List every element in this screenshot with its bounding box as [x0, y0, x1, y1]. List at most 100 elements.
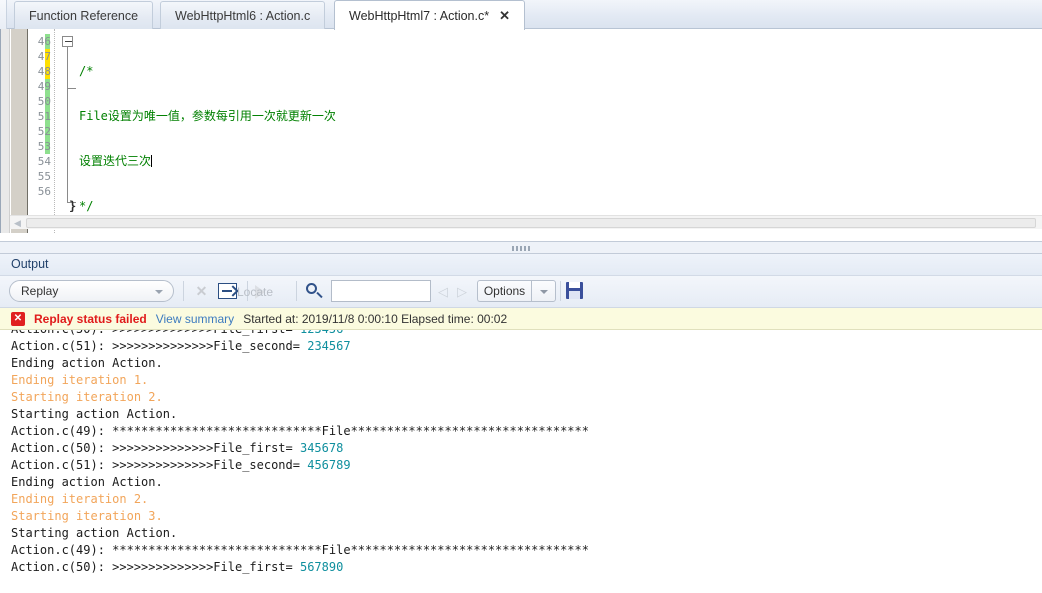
search-icon[interactable]	[305, 282, 324, 301]
line-number: 53	[37, 140, 51, 153]
log-line: Ending iteration 1.	[11, 372, 1042, 389]
line-number: 56	[37, 185, 51, 198]
editor-tab-bar: Function Reference WebHttpHtml6 : Action…	[0, 0, 1042, 30]
comment-text-2: 设置迭代三次	[79, 154, 152, 168]
locate-button-label[interactable]: Locate	[237, 285, 273, 299]
fold-line	[67, 47, 68, 141]
log-segment: Starting action Action.	[11, 526, 178, 540]
line-number-gutter: 46 47 48 49 50 51 52 53 54 55 56	[29, 29, 53, 233]
view-summary-link[interactable]: View summary	[156, 312, 234, 326]
chevron-down-icon[interactable]	[155, 290, 163, 294]
wrap-icon[interactable]	[218, 281, 239, 302]
chevron-down-icon	[540, 290, 548, 294]
clear-icon[interactable]: ✕	[191, 281, 212, 302]
tab-label: Function Reference	[29, 8, 139, 23]
panel-splitter[interactable]	[0, 241, 1042, 254]
toolbar-divider	[560, 281, 561, 301]
log-segment: *****************************File*******…	[112, 424, 589, 438]
prev-match-icon[interactable]: ◁	[438, 285, 449, 298]
log-segment: 456789	[307, 458, 351, 472]
log-segment: Action.c(50): >>>>>>>>>>>>>>File_first=	[11, 560, 300, 574]
line-number: 52	[37, 125, 51, 138]
closing-brace: }	[69, 199, 77, 213]
code-line-46: /*	[79, 64, 1039, 79]
line-number: 54	[37, 155, 51, 168]
log-segment: Action.c(50): >>>>>>>>>>>>>>File_first=	[11, 441, 300, 455]
close-icon[interactable]: ✕	[499, 9, 510, 22]
options-button[interactable]: Options	[477, 280, 531, 302]
log-segment: Ending iteration 1.	[11, 373, 149, 387]
log-line: Starting action Action.	[11, 406, 1042, 423]
splitter-grip[interactable]	[512, 246, 530, 251]
code-line-47: File设置为唯一值，参数每引用一次就更新一次	[79, 109, 1039, 124]
line-number: 50	[37, 95, 51, 108]
log-segment: Action.c(49):	[11, 543, 113, 557]
tab-label: WebHttpHtml7 : Action.c*	[349, 8, 490, 23]
log-segment: Action.c(51): >>>>>>>>>>>>>>File_second=	[11, 339, 308, 353]
log-segment: 123456	[300, 330, 343, 336]
log-segment: Starting action Action.	[11, 407, 178, 421]
text-caret	[151, 155, 153, 167]
log-segment: Action.c(50): >>>>>>>>>>>>>>File_first=	[11, 330, 300, 336]
log-line: Action.c(50): >>>>>>>>>>>>>>File_first= …	[11, 559, 1042, 575]
code-line-48: 设置迭代三次	[79, 154, 1039, 169]
log-line: Ending iteration 2.	[11, 491, 1042, 508]
output-log-lines: Action.c(50): >>>>>>>>>>>>>>File_first= …	[11, 330, 1042, 575]
log-segment: 345678	[299, 441, 344, 455]
fold-collapse-icon[interactable]	[62, 36, 73, 47]
comment-text-1: File设置为唯一值，参数每引用一次就更新一次	[79, 109, 336, 123]
log-segment: Action.c(51): >>>>>>>>>>>>>>File_second=	[11, 458, 308, 472]
output-mode-select[interactable]: Replay	[9, 280, 174, 302]
replay-status-text: Replay status failed	[34, 311, 147, 326]
output-panel: Output Replay ✕ Locate ◁ ▷ Options ✕ Rep…	[0, 254, 1042, 593]
log-line: Action.c(49): **************************…	[11, 542, 1042, 559]
log-segment: *****************************File*******…	[112, 543, 589, 557]
scroll-left-arrow[interactable]: ◀	[12, 218, 23, 228]
tab-label: WebHttpHtml6 : Action.c	[175, 8, 311, 23]
log-line: Starting iteration 3.	[11, 508, 1042, 525]
code-line-49: */	[79, 199, 1039, 214]
log-line: Starting action Action.	[11, 525, 1042, 542]
log-line: Action.c(51): >>>>>>>>>>>>>>File_second=…	[11, 338, 1042, 355]
comment-close: */	[79, 199, 94, 213]
log-segment: 234567	[307, 339, 351, 353]
line-number: 47	[37, 50, 51, 63]
tab-webhttphtml6[interactable]: WebHttpHtml6 : Action.c	[160, 1, 326, 29]
save-icon[interactable]	[566, 282, 583, 299]
output-panel-title: Output	[0, 254, 1042, 276]
fold-line-lower	[67, 141, 68, 203]
error-badge-icon: ✕	[11, 311, 25, 326]
scrollbar-thumb[interactable]	[26, 218, 1036, 228]
line-number: 55	[37, 170, 51, 183]
editor-selection-gutter[interactable]	[11, 29, 28, 233]
code-editor[interactable]: 46 47 48 49 50 51 52 53 54 55 56 /* File…	[0, 29, 1042, 233]
toolbar-divider	[296, 281, 297, 301]
log-segment: Ending action Action.	[11, 475, 163, 489]
output-mode-value: Replay	[21, 284, 59, 298]
next-match-icon[interactable]: ▷	[457, 285, 468, 298]
output-log[interactable]: Action.c(50): >>>>>>>>>>>>>>File_first= …	[0, 330, 1042, 575]
tab-webhttphtml7[interactable]: WebHttpHtml7 : Action.c* ✕	[334, 0, 526, 30]
editor-left-strip	[1, 29, 10, 233]
log-line: Action.c(50): >>>>>>>>>>>>>>File_first= …	[11, 330, 1042, 338]
log-line: Action.c(51): >>>>>>>>>>>>>>File_second=…	[11, 457, 1042, 474]
log-segment: Starting iteration 3.	[11, 509, 163, 523]
line-number: 49	[37, 80, 51, 93]
line-number: 48	[37, 65, 51, 78]
log-segment: Action.c(49):	[11, 424, 113, 438]
tab-function-reference[interactable]: Function Reference	[14, 1, 154, 29]
log-segment: Ending action Action.	[11, 356, 163, 370]
editor-horizontal-scrollbar[interactable]: ◀	[10, 215, 1042, 229]
gutter-divider	[54, 29, 55, 233]
fold-branch-tick	[67, 88, 76, 89]
options-dropdown-button[interactable]	[531, 280, 556, 302]
output-toolbar: Replay ✕ Locate ◁ ▷ Options	[0, 276, 1042, 308]
log-segment: 567890	[299, 560, 344, 574]
line-number: 51	[37, 110, 51, 123]
toolbar-divider	[183, 281, 184, 301]
code-text-area[interactable]: /* File设置为唯一值，参数每引用一次就更新一次 设置迭代三次 */ lr_…	[79, 34, 1039, 233]
line-number: 46	[37, 35, 51, 48]
log-line: Ending action Action.	[11, 474, 1042, 491]
search-input[interactable]	[331, 280, 431, 302]
log-line: Action.c(50): >>>>>>>>>>>>>>File_first= …	[11, 440, 1042, 457]
